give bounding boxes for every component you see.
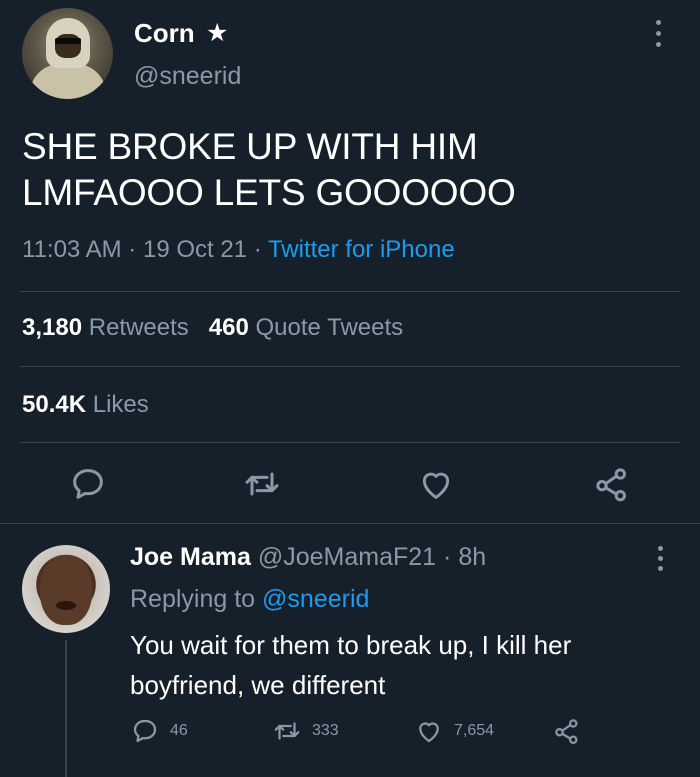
quotes-count: 460 (208, 314, 249, 341)
tweet-text: SHE BROKE UP WITH HIM LMFAOOO LETS GOOOO… (22, 124, 672, 216)
reply-author-name[interactable]: Joe Mama (130, 543, 251, 571)
retweets-count: 3,180 (22, 314, 83, 341)
reply-reply-button[interactable]: 46 (130, 716, 188, 746)
author-name[interactable]: Corn (134, 18, 195, 49)
divider (20, 442, 680, 443)
avatar-mouth (56, 601, 76, 610)
meta-separator: · (253, 236, 262, 263)
tweet-time[interactable]: 11:03 AM (22, 236, 122, 263)
tweet-source[interactable]: Twitter for iPhone (268, 236, 455, 263)
likes-label: Likes (92, 391, 149, 418)
reply-button[interactable] (68, 464, 108, 504)
reply-header: Joe Mama @JoeMamaF21 · 8h (130, 543, 486, 572)
tweet-text-line: SHE BROKE UP WITH HIM (22, 126, 478, 167)
reply-text-line: You wait for them to break up, I kill he… (130, 630, 572, 660)
meta-separator: · (443, 543, 452, 571)
section-divider (0, 523, 700, 524)
speech-bubble-icon (73, 469, 103, 499)
retweets-label: Retweets (88, 314, 189, 341)
speech-bubble-icon (133, 719, 157, 743)
quotes-label: Quote Tweets (255, 314, 404, 341)
divider (20, 366, 680, 367)
thread-line (65, 640, 67, 777)
likes-stat[interactable]: 50.4K Likes (22, 391, 149, 419)
reply-share-button[interactable] (552, 716, 582, 746)
tweet-text-line: LMFAOOO LETS GOOOOOO (22, 172, 516, 213)
replying-handle[interactable]: @sneerid (262, 585, 369, 613)
share-button[interactable] (592, 464, 632, 504)
heart-icon (422, 472, 450, 499)
avatar-face (40, 555, 92, 625)
reply-text: You wait for them to break up, I kill he… (130, 625, 670, 705)
tweet-date[interactable]: 19 Oct 21 (143, 236, 247, 263)
more-vertical-icon[interactable] (654, 544, 668, 574)
reply-author-avatar[interactable] (22, 545, 110, 633)
share-icon (555, 719, 578, 744)
retweet-stats: 3,180 Retweets 460 Quote Tweets (22, 314, 403, 342)
likes-count: 50.4K (22, 391, 87, 418)
reply-retweet-button[interactable]: 333 (272, 716, 339, 746)
star-icon: ★ (206, 19, 229, 47)
retweet-icon (245, 472, 279, 496)
quotes-stat[interactable]: 460 Quote Tweets (209, 314, 403, 341)
reply-age[interactable]: 8h (458, 543, 486, 571)
like-count: 7,654 (454, 722, 495, 739)
retweet-button[interactable] (242, 464, 282, 504)
reply-author-handle[interactable]: @JoeMamaF21 (258, 543, 436, 571)
reply-like-button[interactable]: 7,654 (414, 716, 494, 746)
meta-separator: · (128, 236, 137, 263)
heart-icon (419, 722, 439, 743)
retweet-icon (274, 722, 300, 740)
avatar-body (30, 64, 106, 99)
author-handle[interactable]: @sneerid (134, 62, 241, 91)
like-button[interactable] (416, 464, 456, 504)
tweet-meta: 11:03 AM · 19 Oct 21 · Twitter for iPhon… (22, 236, 455, 264)
more-vertical-icon[interactable] (652, 18, 666, 50)
replying-to: Replying to @sneerid (130, 585, 369, 614)
retweet-count: 333 (312, 722, 339, 739)
reply-count: 46 (170, 722, 188, 739)
author-avatar[interactable] (22, 8, 113, 99)
replying-label: Replying to (130, 585, 256, 613)
avatar-sunglasses (55, 38, 81, 44)
share-icon (596, 468, 626, 502)
retweets-stat[interactable]: 3,180 Retweets (22, 314, 189, 341)
reply-text-line: boyfriend, we different (130, 670, 386, 700)
divider (20, 291, 680, 292)
